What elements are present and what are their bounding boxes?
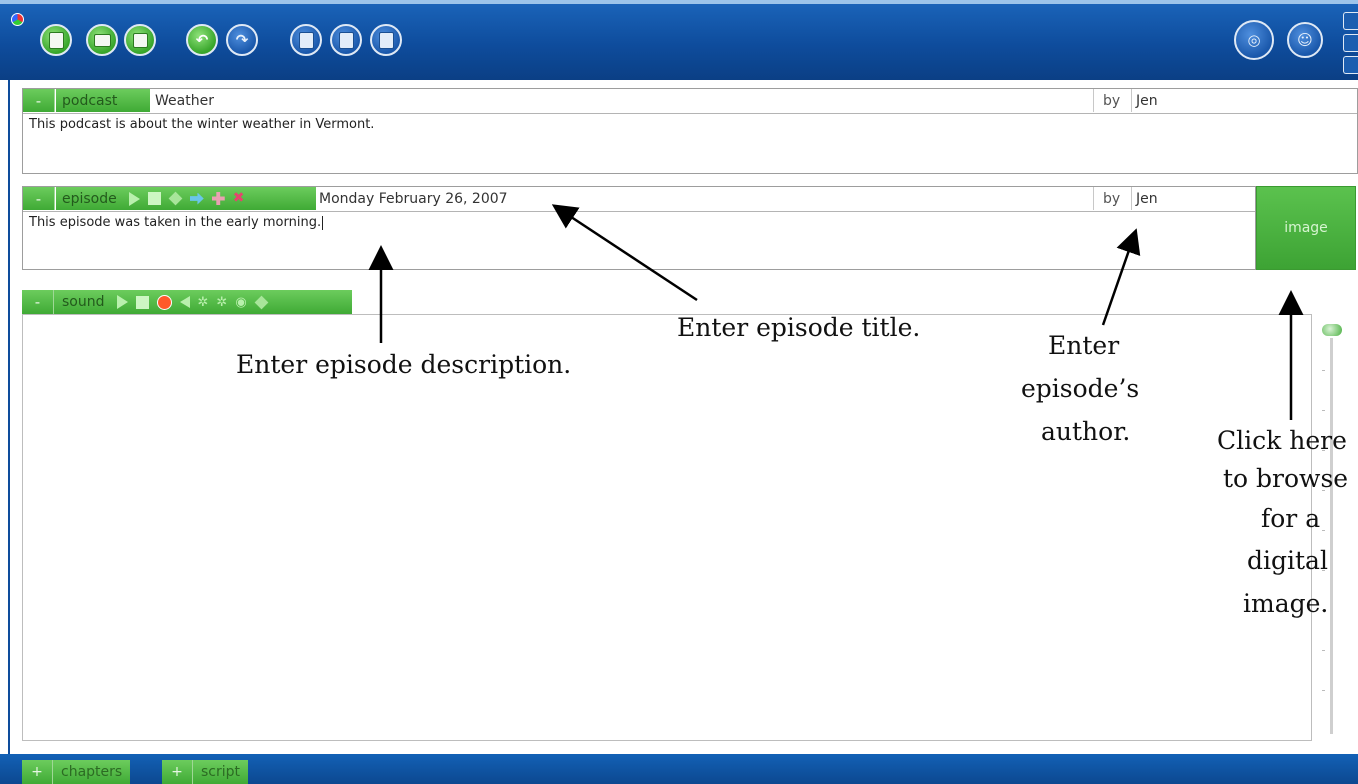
slider-tick bbox=[1322, 370, 1325, 371]
episode-header: - episode ✖ Monday February 26, 2007 by … bbox=[23, 187, 1255, 212]
split-icon[interactable]: ✲ bbox=[216, 296, 227, 309]
open-folder-icon[interactable] bbox=[86, 24, 118, 56]
toolbar: ↶ ↷ ◎ ☺ bbox=[0, 0, 1358, 80]
image-button[interactable]: image bbox=[1256, 186, 1356, 270]
annotation-image-line-3: for a bbox=[1261, 504, 1321, 533]
podcast-panel: - podcast Weather by Jen This podcast is… bbox=[22, 88, 1358, 174]
annotation-author-line-2: episode’s bbox=[1021, 374, 1140, 403]
slider-tick bbox=[1322, 410, 1325, 411]
tab-chapters[interactable]: + chapters bbox=[22, 760, 131, 784]
window-button-middle[interactable] bbox=[1343, 34, 1358, 52]
chapters-label: chapters bbox=[61, 764, 123, 780]
sound-toolbar: - sound ✲ ✲ ◉ bbox=[22, 290, 352, 314]
add-episode-icon[interactable] bbox=[211, 192, 225, 205]
slider-tick bbox=[1322, 530, 1325, 531]
sound-tab-label: sound bbox=[62, 294, 105, 310]
play-icon[interactable] bbox=[128, 191, 140, 206]
tab-script[interactable]: + script bbox=[162, 760, 249, 784]
paste-icon[interactable] bbox=[370, 24, 402, 56]
window-button-bottom[interactable] bbox=[1343, 56, 1358, 74]
podcast-collapse-button[interactable]: - bbox=[23, 89, 55, 112]
podcast-header: - podcast Weather by Jen bbox=[23, 89, 1357, 114]
trim-icon[interactable]: ✲ bbox=[198, 296, 209, 309]
annotation-author-line-3: author. bbox=[1041, 417, 1131, 446]
redo-icon[interactable]: ↷ bbox=[226, 24, 258, 56]
copy-icon[interactable] bbox=[330, 24, 362, 56]
undo-icon[interactable]: ↶ bbox=[186, 24, 218, 56]
rewind-icon[interactable] bbox=[179, 296, 190, 308]
bottom-bar: + chapters + script bbox=[0, 754, 1358, 784]
record-icon[interactable] bbox=[156, 294, 172, 310]
next-icon[interactable] bbox=[189, 192, 204, 205]
volume-icon[interactable]: ◉ bbox=[235, 296, 246, 309]
divider bbox=[1093, 89, 1094, 112]
annotation-image-line-4: digital bbox=[1247, 546, 1328, 575]
app-logo-icon bbox=[11, 13, 24, 26]
episode-collapse-button[interactable]: - bbox=[23, 187, 55, 210]
script-label: script bbox=[201, 764, 241, 780]
episode-description-field[interactable]: This episode was taken in the early morn… bbox=[29, 215, 324, 230]
slider-tick bbox=[1322, 690, 1325, 691]
annotation-title: Enter episode title. bbox=[677, 313, 921, 342]
podcast-by-label: by bbox=[1103, 92, 1121, 109]
podcast-description-field[interactable]: This podcast is about the winter weather… bbox=[29, 117, 374, 132]
new-file-icon[interactable] bbox=[40, 24, 72, 56]
play-icon[interactable] bbox=[116, 295, 128, 309]
previous-icon[interactable] bbox=[168, 191, 183, 206]
export-icon[interactable] bbox=[254, 295, 269, 309]
chapters-expand-button[interactable]: + bbox=[22, 760, 53, 784]
script-expand-button[interactable]: + bbox=[162, 760, 193, 784]
annotation-image-line-5: image. bbox=[1243, 589, 1329, 618]
annotation-image-line-2: to browse bbox=[1223, 464, 1349, 493]
slider-tick bbox=[1322, 650, 1325, 651]
podcast-author-field[interactable]: Jen bbox=[1131, 89, 1357, 112]
stop-icon[interactable] bbox=[135, 295, 149, 309]
podcast-tab-label: podcast bbox=[56, 89, 150, 112]
volume-slider-track[interactable] bbox=[1330, 338, 1333, 734]
users-icon[interactable]: ☺ bbox=[1287, 22, 1323, 58]
episode-author-field[interactable]: Jen bbox=[1131, 187, 1255, 210]
episode-by-label: by bbox=[1103, 190, 1121, 207]
annotation-description: Enter episode description. bbox=[236, 350, 572, 379]
divider bbox=[1093, 187, 1094, 210]
episode-tab-label: episode bbox=[62, 190, 117, 207]
stop-icon[interactable] bbox=[147, 192, 161, 205]
window-button-top[interactable] bbox=[1343, 12, 1358, 30]
annotation-author-line-1: Enter bbox=[1048, 331, 1120, 360]
delete-episode-icon[interactable]: ✖ bbox=[233, 191, 245, 205]
episode-panel: - episode ✖ Monday February 26, 2007 by … bbox=[22, 186, 1256, 270]
episode-title-field[interactable]: Monday February 26, 2007 bbox=[319, 187, 508, 210]
volume-slider-handle[interactable] bbox=[1322, 324, 1342, 336]
episode-toolbar: episode ✖ bbox=[56, 187, 316, 210]
annotation-image-line-1: Click here bbox=[1217, 426, 1347, 455]
save-icon[interactable] bbox=[124, 24, 156, 56]
podcast-title-field[interactable]: Weather bbox=[155, 89, 214, 112]
sound-collapse-button[interactable]: - bbox=[22, 290, 54, 314]
cut-icon[interactable] bbox=[290, 24, 322, 56]
broadcast-icon[interactable]: ◎ bbox=[1234, 20, 1274, 60]
text-cursor bbox=[322, 215, 324, 230]
